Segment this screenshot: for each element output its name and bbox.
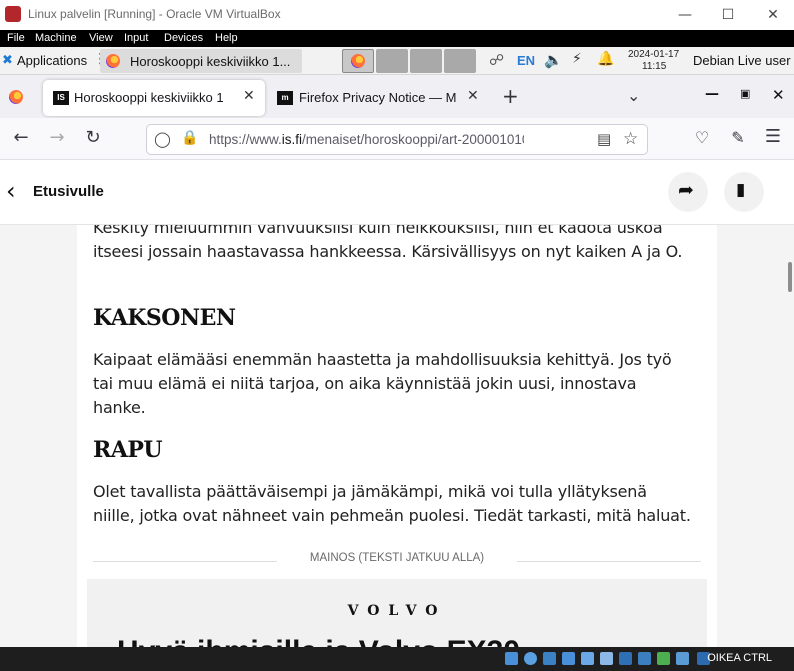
desktop-panel: ✖ Applications ⋮ Horoskooppi keskiviikko… (0, 47, 794, 75)
extensions-icon[interactable]: ✎ (726, 128, 750, 147)
user-menu[interactable]: Debian Live user (693, 53, 791, 68)
bookmark-button[interactable]: ▮ (724, 172, 764, 212)
ad-label: MAINOS (TEKSTI JATKUU ALLA) (277, 552, 517, 564)
volume-icon[interactable]: 🔈 (544, 51, 563, 69)
is-favicon-icon: IS (53, 91, 69, 105)
vm-menu-bar: File Machine View Input Devices Help (0, 30, 794, 47)
back-arrow-icon[interactable]: ← (9, 127, 33, 148)
url-bar[interactable]: ◯ 🔒 https://www.is.fi/menaiset/horoskoop… (146, 124, 648, 155)
shared-folders-icon[interactable] (600, 652, 613, 665)
reload-icon[interactable]: ↻ (81, 127, 105, 148)
menu-file[interactable]: File (7, 32, 25, 44)
bookmark-icon: ▮ (736, 180, 746, 200)
workspace-4[interactable] (444, 49, 476, 73)
advertisement[interactable]: VOLVO Hyvä ihmisille ja Volvo EX30 (87, 579, 707, 647)
hard-disk-icon[interactable] (505, 652, 518, 665)
app-menu-icon[interactable]: ☰ (761, 126, 785, 147)
workspace-3[interactable] (410, 49, 442, 73)
new-tab-icon[interactable]: + (502, 84, 519, 108)
sign-heading-cancer: RAPU (93, 437, 163, 463)
host-key-label: OIKEA CTRL (707, 652, 772, 664)
audio-icon[interactable] (543, 652, 556, 665)
lock-icon[interactable]: 🔒 (181, 130, 198, 146)
close-icon[interactable]: ✕ (763, 5, 783, 25)
browser-maximize-icon[interactable]: ▣ (740, 87, 750, 100)
sign-heading-gemini: KAKSONEN (93, 305, 236, 331)
intro-paragraph: Keskity mieluummin vahvuuksiisi kuin hei… (93, 225, 683, 261)
ad-headline: Hyvä ihmisille ja Volvo EX30 (117, 635, 520, 647)
mouse-integration-icon[interactable] (676, 652, 689, 665)
scrollbar-thumb[interactable] (788, 262, 792, 292)
notification-bell-icon[interactable]: 🔔 (597, 51, 614, 67)
menu-devices[interactable]: Devices (164, 32, 203, 44)
ad-brand-logo: VOLVO (347, 603, 447, 619)
sign-text-gemini: Kaipaat elämääsi enemmän haastetta ja ma… (93, 350, 672, 417)
recording-icon[interactable] (638, 652, 651, 665)
share-button[interactable]: ➦ (668, 172, 708, 212)
vm-status-bar: OIKEA CTRL (0, 647, 794, 671)
tab-close-icon[interactable]: ✕ (243, 88, 255, 104)
keyboard-layout-indicator[interactable]: EN (517, 53, 535, 68)
reader-view-icon[interactable]: ▤ (597, 130, 611, 148)
minimize-icon[interactable]: — (675, 5, 695, 25)
network-icon[interactable]: ☍ (489, 51, 504, 69)
optical-drive-icon[interactable] (524, 652, 537, 665)
tab-close-icon[interactable]: ✕ (467, 88, 479, 104)
xfce-menu-icon[interactable]: ✖ (2, 53, 13, 68)
bookmark-star-icon[interactable]: ☆ (623, 129, 638, 149)
firefox-view-icon[interactable] (9, 90, 23, 104)
sign-text-cancer: Olet tavallista päättäväisempi ja jämäkä… (93, 482, 691, 525)
battery-icon[interactable]: ⚡ (572, 51, 582, 67)
usb-icon[interactable] (581, 652, 594, 665)
taskbar-window-button[interactable]: Horoskooppi keskiviikko 1... (100, 49, 302, 73)
vm-window-title: Linux palvelin [Running] - Oracle VM Vir… (28, 7, 281, 21)
browser-close-icon[interactable]: ✕ (772, 86, 785, 104)
share-icon: ➦ (678, 179, 694, 201)
firefox-icon (106, 54, 120, 68)
menu-machine[interactable]: Machine (35, 32, 77, 44)
page-header: ‹ Etusivulle ➦ ▮ (0, 160, 794, 225)
network-adapter-icon[interactable] (562, 652, 575, 665)
list-tabs-icon[interactable]: ⌄ (627, 86, 640, 105)
workspace-firefox-icon (351, 54, 365, 68)
mozilla-favicon-icon: m (277, 91, 293, 105)
tracking-shield-icon[interactable]: ◯ (154, 130, 171, 148)
display-icon[interactable] (619, 652, 632, 665)
tab-label: Firefox Privacy Notice — M (299, 90, 457, 105)
tab-horoskooppi[interactable]: IS Horoskooppi keskiviikko 1 ✕ (43, 80, 265, 116)
maximize-icon[interactable]: ☐ (718, 5, 738, 25)
panel-date[interactable]: 2024-01-17 (628, 49, 679, 60)
cpu-activity-icon[interactable] (657, 652, 670, 665)
vm-title-bar: Linux palvelin [Running] - Oracle VM Vir… (0, 0, 794, 30)
tab-privacy-notice[interactable]: m Firefox Privacy Notice — M ✕ (268, 80, 486, 116)
workspace-2[interactable] (376, 49, 408, 73)
browser-minimize-icon[interactable]: — (705, 86, 719, 102)
workspace-1[interactable] (342, 49, 374, 73)
menu-help[interactable]: Help (215, 32, 238, 44)
url-text[interactable]: https://www.is.fi/menaiset/horoskooppi/a… (209, 132, 524, 147)
menu-view[interactable]: View (89, 32, 113, 44)
applications-menu[interactable]: Applications (17, 53, 87, 68)
virtualbox-logo-icon (5, 6, 21, 22)
article-content: Keskity mieluummin vahvuuksiisi kuin hei… (77, 225, 717, 647)
pocket-icon[interactable]: ♡ (690, 128, 714, 147)
taskbar-window-label: Horoskooppi keskiviikko 1... (130, 54, 291, 69)
tab-label: Horoskooppi keskiviikko 1 (74, 90, 224, 105)
panel-time[interactable]: 11:15 (642, 61, 666, 72)
back-chevron-icon[interactable]: ‹ (6, 177, 16, 205)
menu-input[interactable]: Input (124, 32, 148, 44)
forward-arrow-icon[interactable]: → (45, 127, 69, 148)
back-to-frontpage-link[interactable]: Etusivulle (33, 183, 104, 200)
